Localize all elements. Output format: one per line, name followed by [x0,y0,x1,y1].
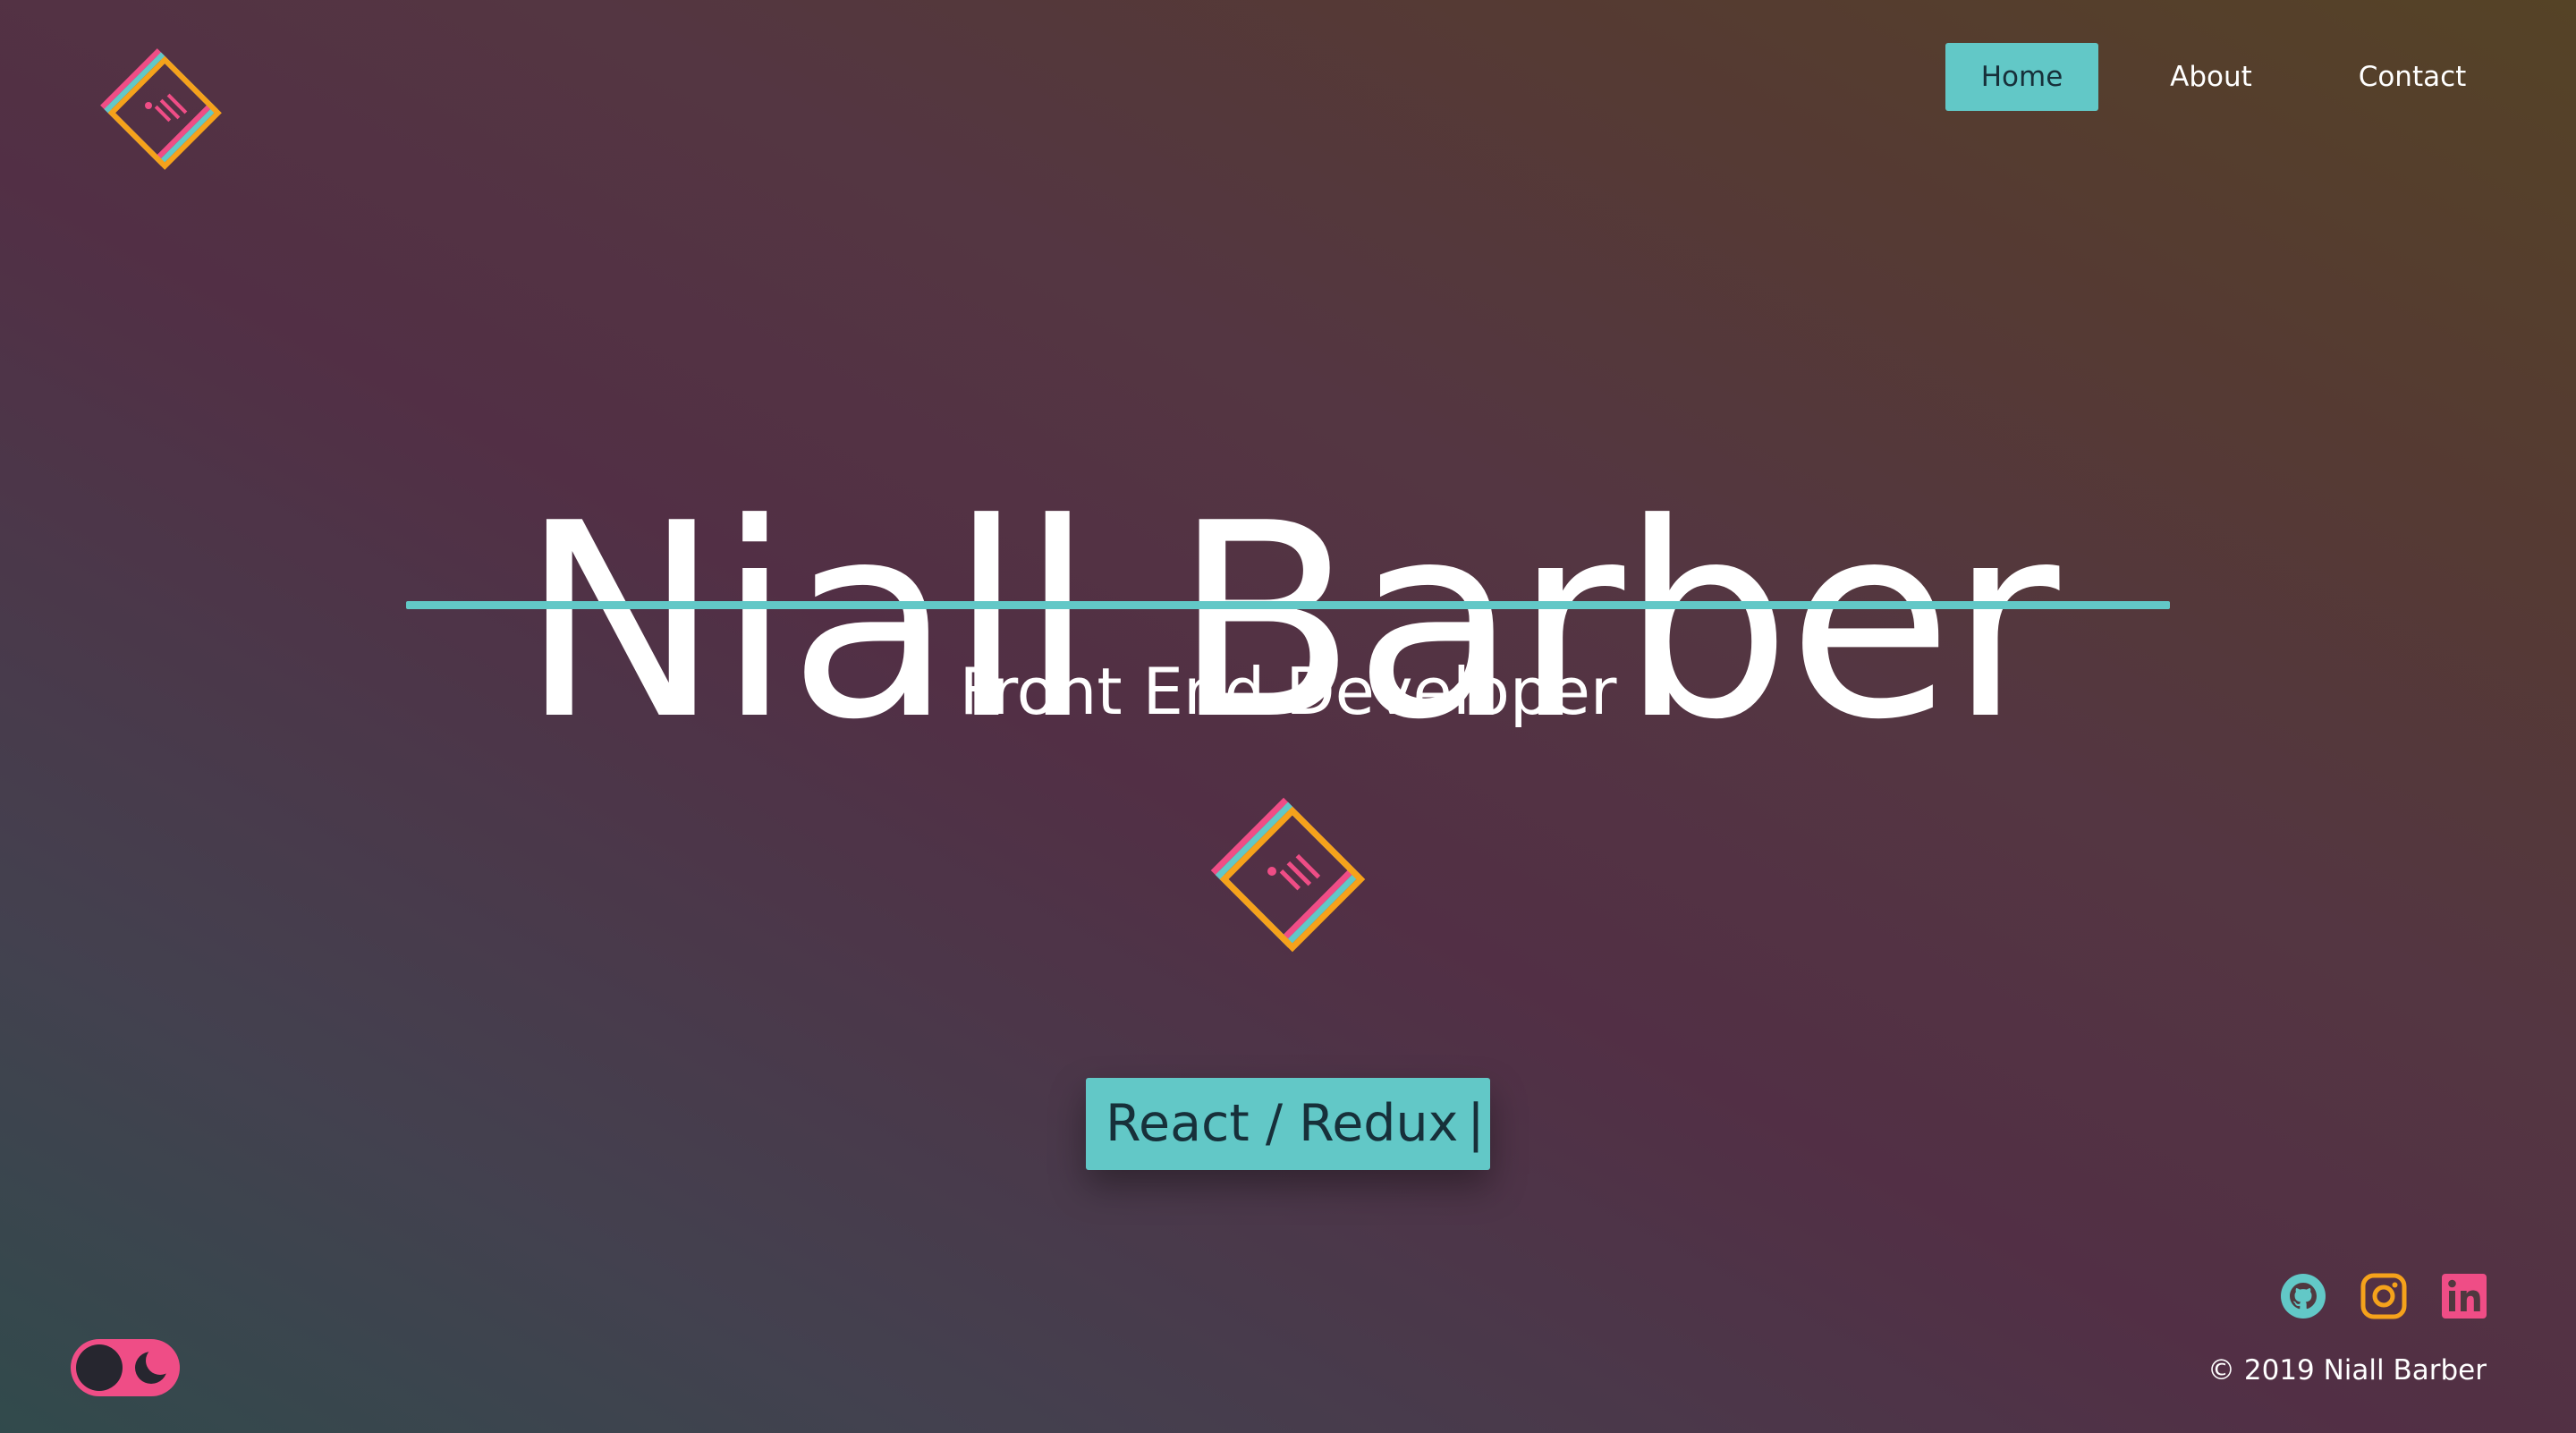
nav-contact[interactable]: Contact [2336,43,2488,111]
copyright-text: © 2019 Niall Barber [2207,1354,2487,1386]
hero-role: Front End Developer [959,654,1617,729]
instagram-icon[interactable] [2360,1272,2408,1320]
hero-underline [406,601,2170,609]
linkedin-icon[interactable] [2440,1272,2488,1320]
typing-skill-box: React / Redux | [1086,1078,1490,1170]
logo-center-icon [1210,797,1366,953]
main-nav: Home About Contact [0,43,2576,111]
toggle-knob [76,1344,123,1391]
typing-text: React / Redux [1106,1094,1459,1153]
nav-home[interactable]: Home [1945,43,2098,111]
theme-toggle[interactable] [71,1339,180,1396]
moon-icon [135,1348,171,1384]
github-icon[interactable] [2279,1272,2327,1320]
typing-cursor: | [1467,1094,1485,1153]
nav-about[interactable]: About [2147,43,2275,111]
